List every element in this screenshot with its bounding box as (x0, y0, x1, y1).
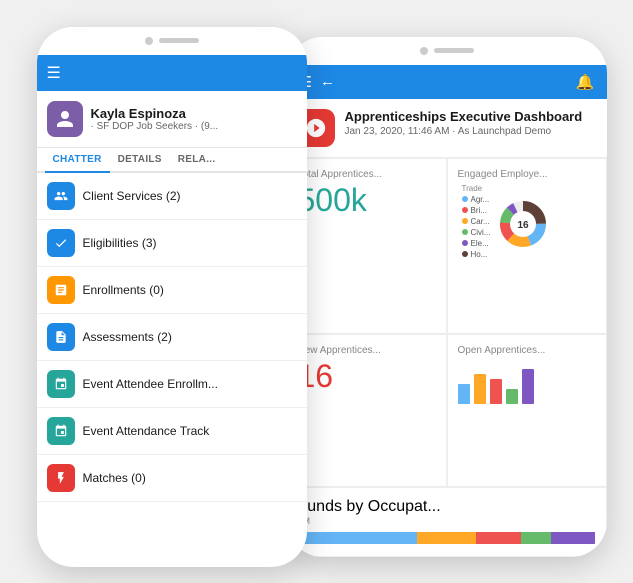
list-label-client-services: Client Services (2) (83, 189, 181, 203)
list-icon-enrollments (47, 276, 75, 304)
profile-avatar (47, 101, 83, 137)
legend-civi: Civi... (462, 228, 491, 237)
funds-value-label: 8M (298, 516, 596, 526)
donut-chart: 16 (497, 198, 549, 250)
list-label-event-attendee-enrollm: Event Attendee Enrollm... (83, 377, 218, 391)
open-apprentices-label: Open Apprentices... (458, 345, 596, 356)
phone-front-top (37, 27, 307, 55)
list-icon-assessments (47, 323, 75, 351)
list-item-assessments[interactable]: Assessments (2) (37, 314, 307, 361)
legend-ho: Ho... (462, 250, 491, 259)
total-apprentices-label: Total Apprentices... (298, 169, 436, 180)
phone-back-top (287, 37, 607, 65)
funds-bar-seg-4 (521, 532, 551, 544)
dashboard-subtitle: Jan 23, 2020, 11:46 AM · As Launchpad De… (345, 126, 583, 137)
list-section: Client Services (2) Eligibilities (3) En… (37, 173, 307, 502)
profile-section: Kayla Espinoza · SF DOP Job Seekers · (9… (37, 91, 307, 148)
dashboard-title: Apprenticeships Executive Dashboard (345, 109, 583, 125)
tab-related[interactable]: RELA... (170, 148, 224, 171)
legend-dot-bri (462, 207, 468, 213)
svg-text:16: 16 (517, 220, 529, 231)
profile-name: Kayla Espinoza (91, 106, 219, 121)
back-header: ☰ ← 🔔 (287, 65, 607, 99)
legend-agr: Agr... (462, 195, 491, 204)
legend-label-ho: Ho... (471, 250, 488, 259)
legend-label-bri: Bri... (471, 206, 487, 215)
legend-dot-agr (462, 196, 468, 202)
front-camera-dot (145, 37, 153, 45)
funds-label: Funds by Occupat... (298, 498, 596, 516)
legend-bri: Bri... (462, 206, 491, 215)
list-icon-event-attendee-enrollm (47, 370, 75, 398)
profile-info: Kayla Espinoza · SF DOP Job Seekers · (9… (91, 106, 219, 132)
legend-dot-ele (462, 240, 468, 246)
front-speaker-bar (159, 38, 199, 43)
legend-label-agr: Agr... (471, 195, 490, 204)
legend-label-civi: Civi... (471, 228, 491, 237)
new-apprentices-value: 16 (298, 360, 436, 392)
new-apprentices-label: New Apprentices... (298, 345, 436, 356)
list-item-client-services[interactable]: Client Services (2) (37, 173, 307, 220)
legend-car: Car... (462, 217, 491, 226)
list-label-eligibilities: Eligibilities (3) (83, 236, 157, 250)
front-header: ☰ (37, 55, 307, 91)
funds-card: Funds by Occupat... 8M (287, 487, 607, 557)
tabs-row: CHATTER DETAILS RELA... (37, 148, 307, 173)
legend-dot-civi (462, 229, 468, 235)
tab-details[interactable]: DETAILS (110, 148, 170, 171)
funds-bar-seg-3 (476, 532, 521, 544)
bell-icon[interactable]: 🔔 (576, 73, 595, 91)
camera-dot (420, 47, 428, 55)
list-item-matches[interactable]: Matches (0) (37, 455, 307, 502)
open-apprentices-chart-placeholder (458, 364, 596, 406)
list-label-enrollments: Enrollments (0) (83, 283, 164, 297)
back-icon[interactable]: ← (320, 73, 335, 90)
list-icon-eligibilities (47, 229, 75, 257)
legend-label-ele: Ele... (471, 239, 489, 248)
dashboard-title-section: Apprenticeships Executive Dashboard Jan … (287, 99, 607, 158)
total-apprentices-card: Total Apprentices... 500k (287, 158, 447, 335)
list-item-event-attendance-track[interactable]: Event Attendance Track (37, 408, 307, 455)
legend-label-car: Car... (471, 217, 490, 226)
list-label-event-attendance-track: Event Attendance Track (83, 424, 210, 438)
hamburger-icon[interactable]: ☰ (47, 63, 61, 83)
new-apprentices-card: New Apprentices... 16 (287, 334, 447, 487)
tab-chatter[interactable]: CHATTER (45, 148, 110, 173)
funds-bar-seg-2 (417, 532, 477, 544)
scene: ☰ ← 🔔 Apprenticeships Executive Dashboar… (17, 7, 617, 577)
list-icon-matches (47, 464, 75, 492)
legend-ele: Ele... (462, 239, 491, 248)
profile-subtitle: · SF DOP Job Seekers · (9... (91, 121, 219, 132)
phone-back: ☰ ← 🔔 Apprenticeships Executive Dashboar… (287, 37, 607, 557)
phone-front: ☰ Kayla Espinoza · SF DOP Job Seekers · … (37, 27, 307, 567)
list-label-assessments: Assessments (2) (83, 330, 172, 344)
open-apprentices-card: Open Apprentices... (447, 334, 607, 487)
list-icon-event-attendance-track (47, 417, 75, 445)
list-label-matches: Matches (0) (83, 471, 146, 485)
speaker-bar (434, 48, 474, 53)
list-item-enrollments[interactable]: Enrollments (0) (37, 267, 307, 314)
list-item-eligibilities[interactable]: Eligibilities (3) (37, 220, 307, 267)
funds-bar (298, 532, 596, 544)
funds-bar-seg-1 (298, 532, 417, 544)
legend-title: Trade (462, 184, 491, 193)
funds-bar-seg-5 (551, 532, 596, 544)
dashboard-title-text: Apprenticeships Executive Dashboard Jan … (345, 109, 583, 138)
list-icon-client-services (47, 182, 75, 210)
dashboard-grid: Total Apprentices... 500k Engaged Employ… (287, 158, 607, 487)
legend-dot-car (462, 218, 468, 224)
chart-legend: Trade Agr... Bri... Car... (458, 184, 491, 261)
engaged-employers-card: Engaged Employe... Trade Agr... Bri... (447, 158, 607, 335)
engaged-employers-label: Engaged Employe... (458, 169, 596, 180)
legend-dot-ho (462, 251, 468, 257)
list-item-event-attendee-enrollm[interactable]: Event Attendee Enrollm... (37, 361, 307, 408)
total-apprentices-value: 500k (298, 184, 436, 216)
